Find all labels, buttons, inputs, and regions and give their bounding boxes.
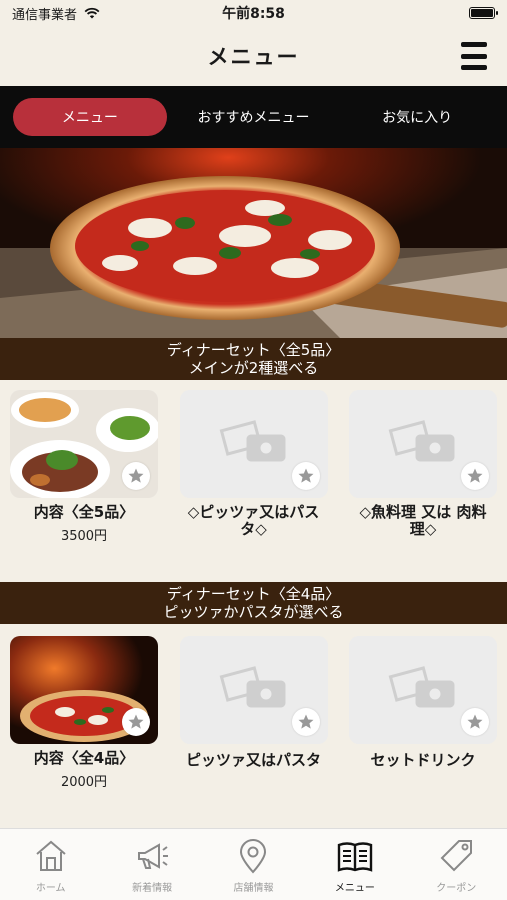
section-header: ディナーセット〈全4品〉 ピッツァかパスタが選べる <box>0 582 507 624</box>
nav-label: メニュー <box>334 883 375 894</box>
menu-item-name: 内容〈全4品〉 <box>33 749 135 767</box>
menu-item-name: ◇ピッツァ又はパスタ◇ <box>187 503 320 538</box>
favorite-star-button[interactable] <box>461 462 489 490</box>
nav-home[interactable]: ホーム <box>6 837 96 894</box>
menu-item-card[interactable]: 内容〈全4品〉 2000円 <box>10 636 158 790</box>
favorite-star-button[interactable] <box>122 462 150 490</box>
menu-item-image-placeholder <box>349 636 497 744</box>
menu-item-card[interactable]: ◇魚料理 又は 肉料理◇ <box>349 390 497 544</box>
star-icon <box>467 468 483 483</box>
nav-label: 店舗情報 <box>233 883 274 894</box>
nav-label: クーポン <box>436 883 477 894</box>
page-title: メニュー <box>207 45 300 69</box>
menu-item-image <box>10 390 158 498</box>
menu-item-card[interactable]: ピッツァ又はパスタ <box>179 636 328 790</box>
star-icon <box>298 714 313 729</box>
nav-label: 新着情報 <box>132 883 173 894</box>
megaphone-icon <box>138 843 169 869</box>
carrier-label: 通信事業者 <box>12 7 78 23</box>
coupon-tag-icon <box>440 840 473 872</box>
menu-item-name: セットドリンク <box>370 751 476 769</box>
menu-item-name: ◇魚料理 又は 肉料理◇ <box>359 503 487 538</box>
menu-item-image-placeholder <box>179 390 328 498</box>
hamburger-menu-icon[interactable] <box>461 42 487 70</box>
tab-favorites[interactable]: お気に入り <box>340 98 494 136</box>
section-title-line1: ディナーセット〈全5品〉 <box>166 341 341 359</box>
nav-coupon[interactable]: クーポン <box>411 837 501 894</box>
battery-icon <box>469 7 498 19</box>
section-title-line1: ディナーセット〈全4品〉 <box>166 585 341 603</box>
tab-bar: メニュー おすすめメニュー お気に入り <box>0 86 507 148</box>
nav-menu[interactable]: メニュー <box>310 837 400 894</box>
menu-item-grid: 内容〈全4品〉 2000円 ピッツァ又はパスタ セットドリンク <box>0 636 507 790</box>
tab-recommended[interactable]: おすすめメニュー <box>176 98 330 136</box>
menu-item-grid: 内容〈全5品〉 3500円 ◇ピッツァ又はパスタ◇ ◇魚料理 又は 肉料理◇ <box>0 390 507 544</box>
favorite-star-button[interactable] <box>461 708 489 736</box>
status-bar: 通信事業者 午前8:58 <box>0 0 507 26</box>
menu-item-image-placeholder <box>349 390 497 498</box>
section-title-line2: ピッツァかパスタが選べる <box>163 603 344 621</box>
menu-item-card[interactable]: セットドリンク <box>349 636 497 790</box>
menu-item-price: 3500円 <box>60 529 108 544</box>
map-pin-icon <box>240 839 267 874</box>
menu-item-image-placeholder <box>179 636 328 744</box>
hero-pizza-image <box>0 148 507 338</box>
tab-menu[interactable]: メニュー <box>12 98 167 136</box>
section-header: ディナーセット〈全5品〉 メインが2種選べる <box>0 338 507 380</box>
favorite-star-button[interactable] <box>291 708 320 736</box>
favorite-star-button[interactable] <box>122 708 150 736</box>
nav-news[interactable]: 新着情報 <box>107 837 197 894</box>
menu-item-name: ピッツァ又はパスタ <box>185 751 321 769</box>
wifi-icon <box>84 7 100 19</box>
star-icon <box>128 714 144 729</box>
favorite-star-button[interactable] <box>291 462 320 490</box>
app-header: メニュー <box>0 26 507 86</box>
menu-item-price: 2000円 <box>60 775 108 790</box>
nav-label: ホーム <box>35 883 66 894</box>
menu-item-name: 内容〈全5品〉 <box>33 503 135 521</box>
menu-item-card[interactable]: 内容〈全5品〉 3500円 <box>10 390 158 544</box>
star-icon <box>467 714 483 729</box>
star-icon <box>128 468 144 483</box>
book-icon <box>337 842 373 872</box>
menu-item-card[interactable]: ◇ピッツァ又はパスタ◇ <box>179 390 328 544</box>
star-icon <box>298 468 313 483</box>
nav-store-info[interactable]: 店舗情報 <box>208 837 298 894</box>
home-icon <box>36 840 66 871</box>
bottom-nav: ホーム 新着情報 店舗情報 メニュー クーポン <box>0 828 507 900</box>
section-title-line2: メインが2種選べる <box>188 359 319 377</box>
menu-item-image <box>10 636 158 744</box>
